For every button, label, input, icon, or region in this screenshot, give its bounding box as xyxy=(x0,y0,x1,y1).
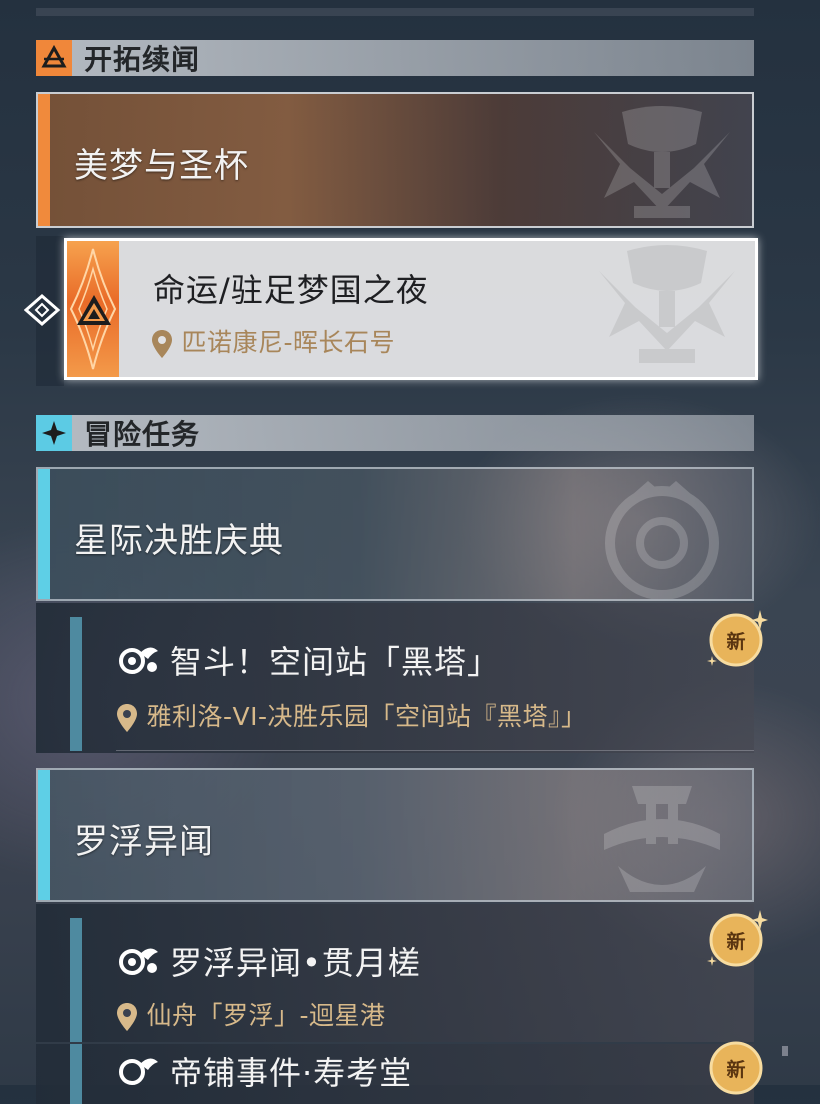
new-badge: 新 xyxy=(706,908,768,967)
trailblaze-quest-icon xyxy=(77,295,111,325)
scrollbar-thumb[interactable] xyxy=(782,1046,788,1056)
new-badge-label: 新 xyxy=(726,930,746,953)
quest-entry-location: 匹诺康尼-晖长石号 xyxy=(151,323,395,359)
new-badge: 新 xyxy=(706,608,768,667)
entry-accent-bar xyxy=(70,918,82,1042)
new-badge: 新 xyxy=(706,1036,764,1095)
location-text: 雅利洛-VI-决胜乐园「空间站『黑塔』」 xyxy=(146,702,587,731)
selection-pointer-icon xyxy=(24,294,61,326)
quest-entry-luofu-moon-raft[interactable]: 罗浮异闻•贯月槎 仙舟「罗浮」-迴星港 xyxy=(36,904,754,1042)
quest-entry-name: 罗浮异闻•贯月槎 xyxy=(170,944,421,982)
entry-accent-bar xyxy=(70,1044,82,1104)
quest-entry-name: 命运/驻足梦国之夜 xyxy=(153,271,429,309)
location-pin-icon xyxy=(117,704,137,732)
quest-entry-herta[interactable]: 智斗！空间站「黑塔」 雅利洛-VI-决胜乐园「空间站『黑塔』」 xyxy=(36,603,754,753)
location-text: 仙舟「罗浮」-迴星港 xyxy=(146,1001,386,1030)
adventure-quest-icon xyxy=(119,948,158,975)
quest-entry-location: 雅利洛-VI-决胜乐园「空间站『黑塔』」 xyxy=(116,697,586,733)
quest-group-galactic-festival[interactable]: 星际决胜庆典 xyxy=(36,467,754,601)
festival-emblem-icon xyxy=(605,481,719,599)
category-header-adventure: 冒险任务 xyxy=(36,415,754,451)
quest-group-title: 星际决胜庆典 xyxy=(74,521,284,561)
quest-group-title: 罗浮异闻 xyxy=(74,822,214,862)
new-badge-label: 新 xyxy=(726,630,746,653)
quest-accent-stripe xyxy=(38,94,50,226)
quest-accent-stripe xyxy=(38,469,50,599)
adventure-quest-icon xyxy=(119,647,158,674)
adventure-quest-icon xyxy=(119,1058,158,1085)
category-title: 冒险任务 xyxy=(84,418,201,451)
quest-group-luofu-tales[interactable]: 罗浮异闻 xyxy=(36,768,754,902)
quest-entry-partial[interactable]: 帝铺事件·寿考堂 xyxy=(36,1044,754,1104)
location-text: 匹诺康尼-晖长石号 xyxy=(181,328,395,357)
luofu-emblem-icon xyxy=(604,786,720,892)
location-pin-icon xyxy=(152,330,172,358)
trailblaze-icon xyxy=(36,40,72,76)
category-title: 开拓续闻 xyxy=(84,43,201,76)
quest-entry-location: 仙舟「罗浮」-迴星港 xyxy=(116,996,385,1032)
location-pin-icon xyxy=(117,1003,137,1031)
chalice-emblem-icon xyxy=(594,106,730,218)
chalice-emblem-icon xyxy=(599,245,735,363)
quest-entry-name: 帝铺事件·寿考堂 xyxy=(170,1054,413,1092)
quest-accent-stripe xyxy=(38,770,50,900)
category-header-trailblaze: 开拓续闻 xyxy=(36,40,754,76)
quest-entry-name: 智斗！空间站「黑塔」 xyxy=(170,643,501,681)
entry-divider xyxy=(116,750,754,751)
entry-accent-bar xyxy=(70,617,82,751)
quest-group-beautiful-dream[interactable]: 美梦与圣杯 xyxy=(36,92,754,228)
quest-group-title: 美梦与圣杯 xyxy=(74,146,249,186)
quest-entry-selected[interactable]: 命运/驻足梦国之夜 匹诺康尼-晖长石号 xyxy=(64,238,758,380)
new-badge-label: 新 xyxy=(726,1058,746,1081)
list-top-edge xyxy=(36,8,754,16)
adventure-icon xyxy=(36,415,72,451)
